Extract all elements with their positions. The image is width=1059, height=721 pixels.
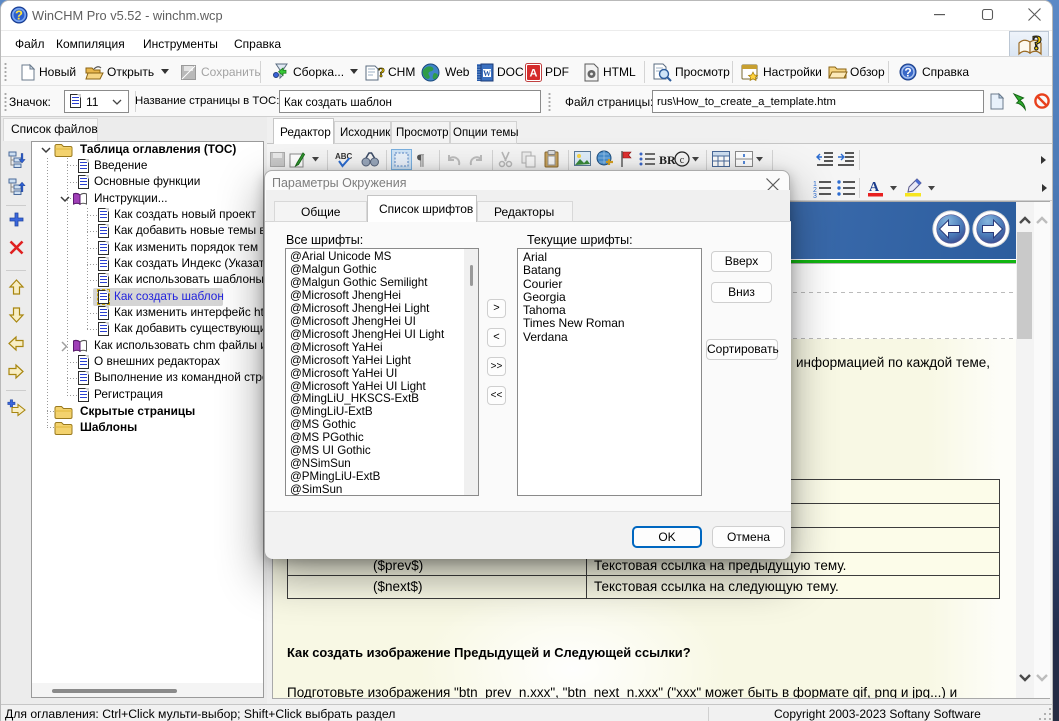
svg-text:ABC: ABC <box>335 152 353 161</box>
svg-text:?: ? <box>904 66 911 80</box>
svg-text:c: c <box>680 155 685 166</box>
svg-text:A: A <box>530 68 538 80</box>
svg-text:A: A <box>869 180 880 195</box>
svg-text:?: ? <box>15 8 23 23</box>
svg-text:W: W <box>483 69 491 78</box>
svg-text:¶: ¶ <box>417 152 425 169</box>
svg-text:?: ? <box>378 66 385 81</box>
svg-text:?: ? <box>1032 31 1043 55</box>
svg-text:3: 3 <box>813 193 817 200</box>
